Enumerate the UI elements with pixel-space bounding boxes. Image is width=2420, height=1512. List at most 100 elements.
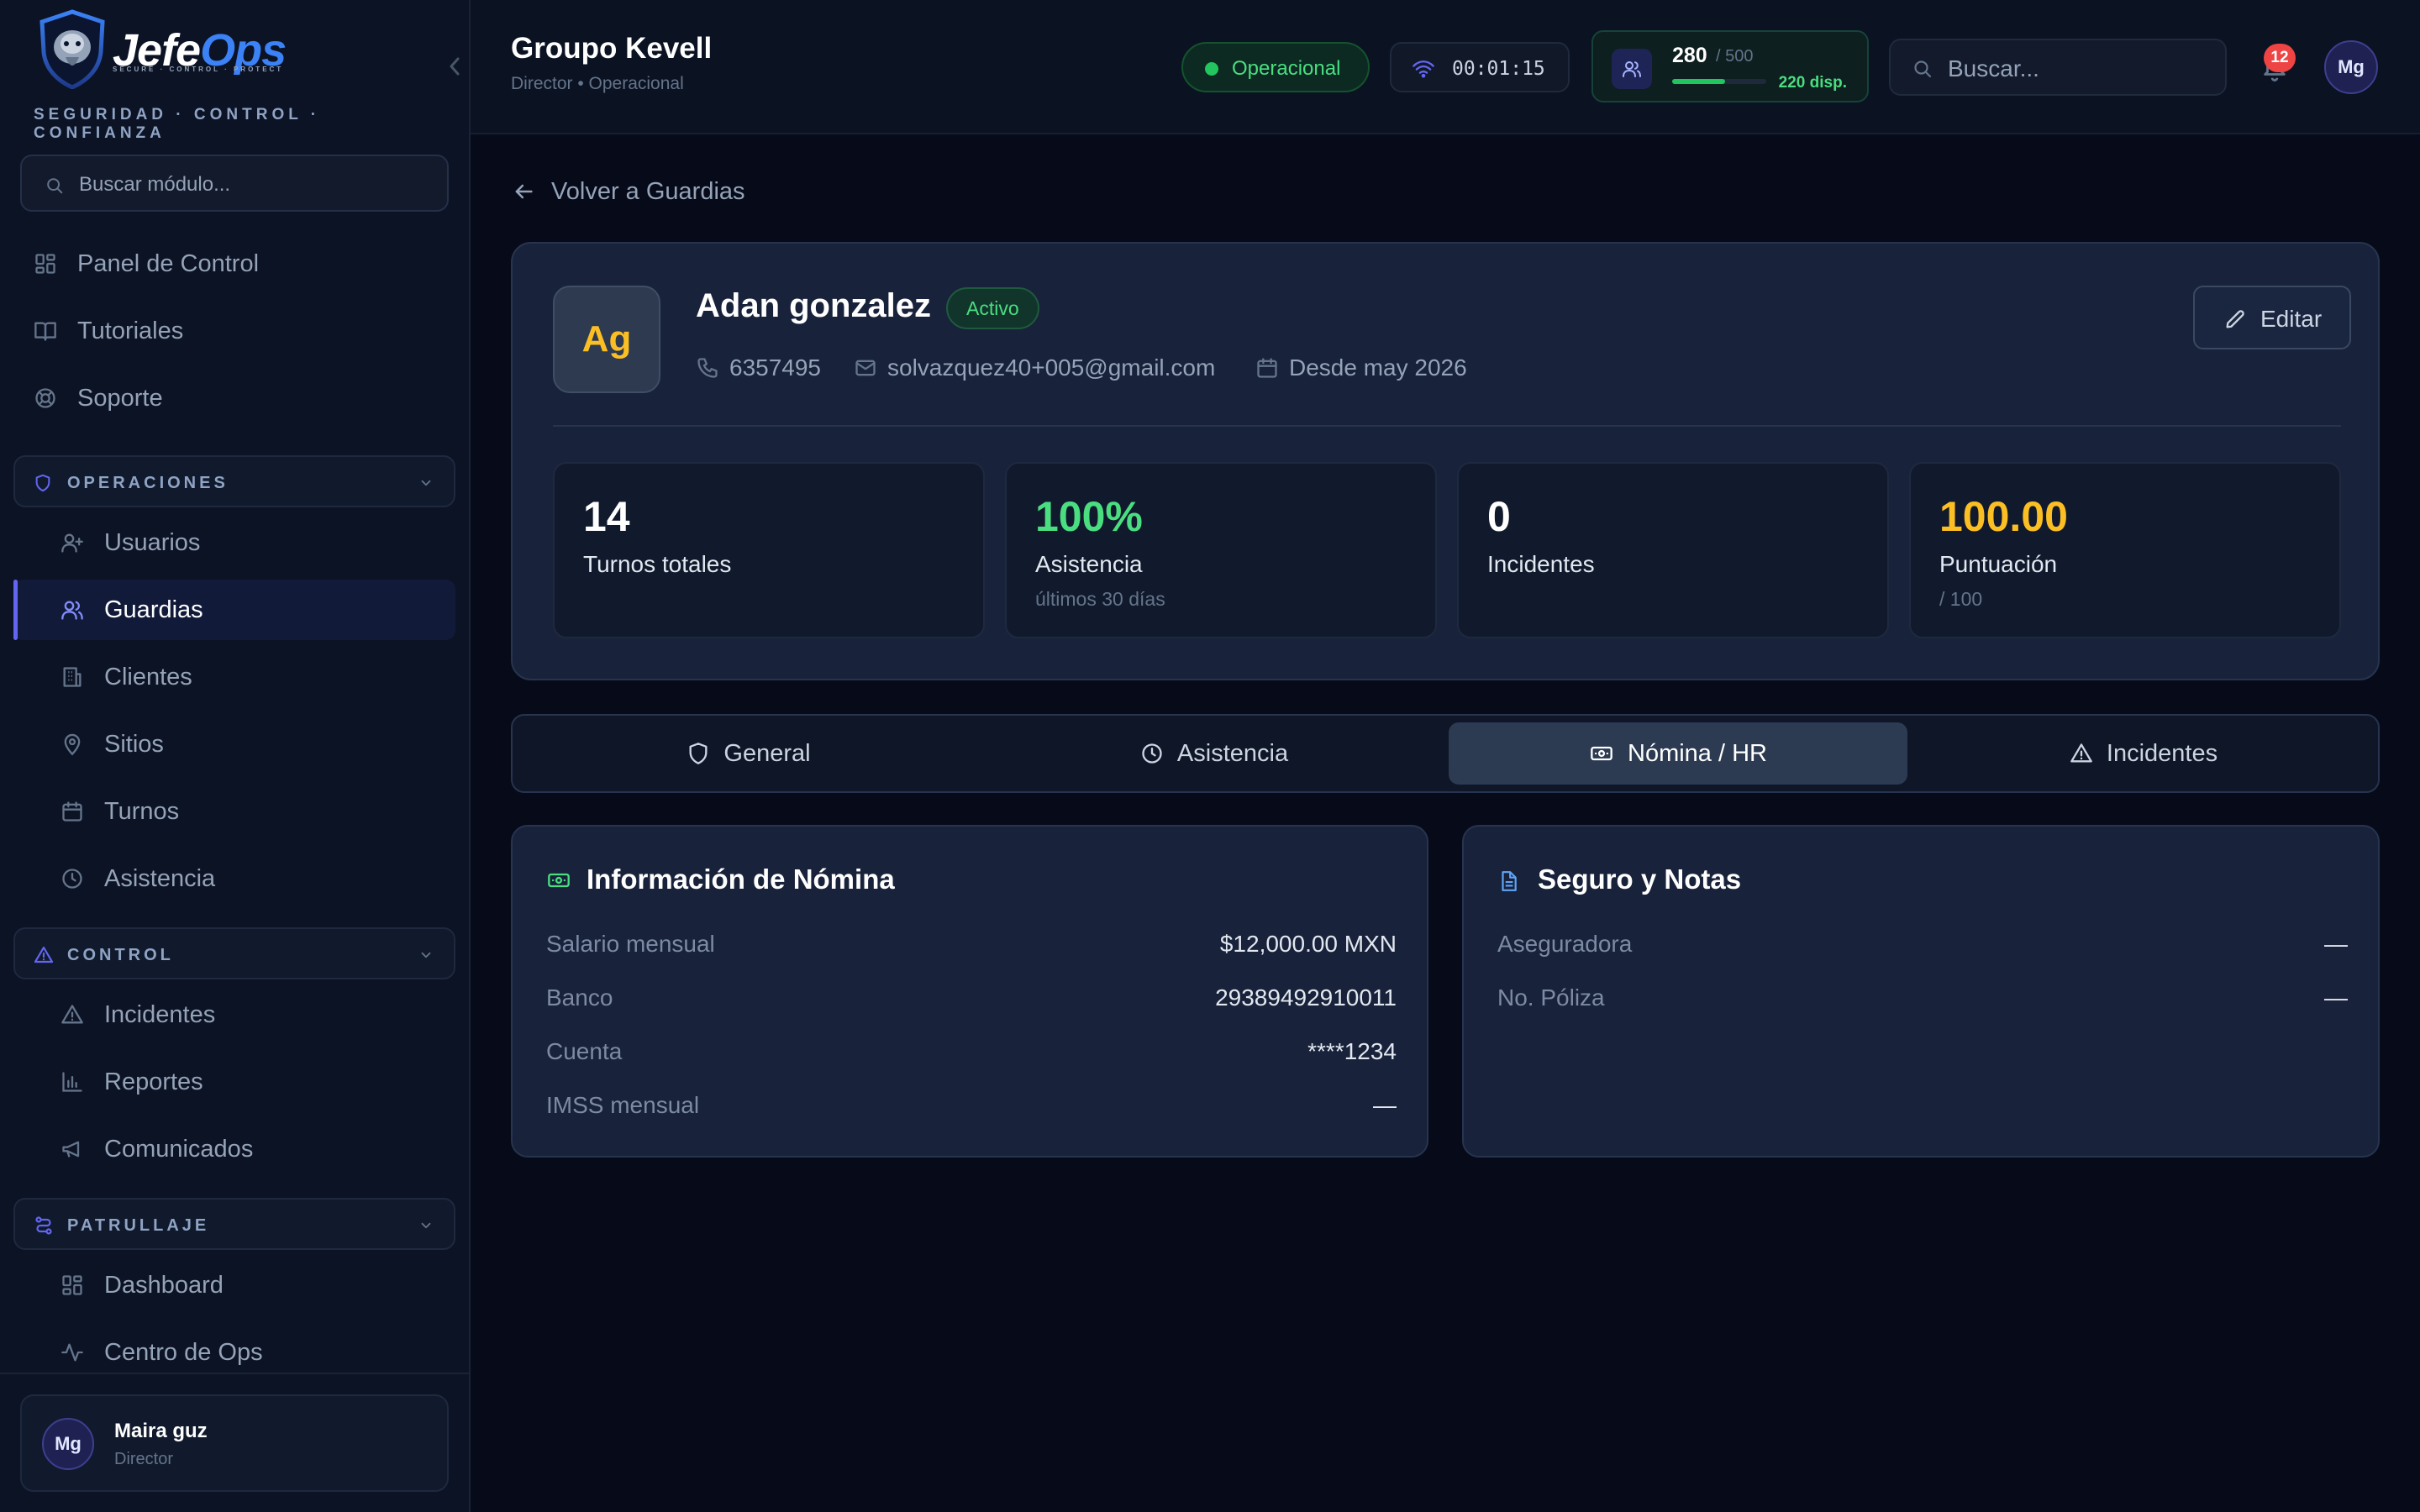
user-avatar-button[interactable]: Mg: [2324, 40, 2378, 94]
guard-profile-card: Ag Adan gonzalez Activo 6357495 solvazqu…: [511, 242, 2380, 680]
capacity-total: / 500: [1716, 47, 1754, 66]
sidebar-item-guardias[interactable]: Guardias: [13, 580, 455, 640]
guard-avatar: Ag: [553, 286, 660, 393]
row-value: 29389492910011: [1215, 984, 1397, 1011]
insurance-row-aseguradora: Aseguradora —: [1497, 931, 2348, 964]
calendar-icon: [62, 801, 82, 822]
sidebar-item-asistencia[interactable]: Asistencia: [13, 848, 455, 909]
top-header: Groupo Kevell Director • Operacional Ope…: [471, 0, 2420, 134]
global-search-input[interactable]: Buscar...: [1889, 39, 2227, 96]
capacity-count: 280: [1672, 44, 1707, 67]
sidebar-item-comunicados[interactable]: Comunicados: [13, 1119, 455, 1179]
edit-guard-button[interactable]: Editar: [2193, 286, 2351, 349]
tab-label: Nómina / HR: [1628, 739, 1767, 767]
tab-asistencia[interactable]: Asistencia: [985, 722, 1444, 785]
clock-icon: [1142, 743, 1162, 764]
sidebar-item-label: Sitios: [104, 731, 164, 758]
tab-nomina-hr[interactable]: Nómina / HR: [1449, 722, 1907, 785]
row-label: Banco: [546, 984, 613, 1011]
sidebar-item-label: Clientes: [104, 664, 192, 690]
sidebar-item-soporte[interactable]: Soporte: [0, 368, 471, 428]
lifebuoy-icon: [35, 388, 55, 408]
org-subtitle: Director • Operacional: [511, 74, 684, 93]
stat-value: 100.00: [1939, 493, 2068, 540]
sidebar-item-dashboard[interactable]: Dashboard: [13, 1255, 455, 1315]
sidebar-item-clientes[interactable]: Clientes: [13, 647, 455, 707]
shield-icon: [35, 474, 50, 492]
sidebar-item-label: Soporte: [77, 385, 163, 412]
sidebar-item-reportes[interactable]: Reportes: [13, 1052, 455, 1112]
payroll-row-salario: Salario mensual $12,000.00 MXN: [546, 931, 1397, 964]
guard-since: Desde may 2026: [1255, 353, 1507, 383]
section-control-header[interactable]: CONTROL: [13, 927, 455, 979]
sidebar-item-label: Incidentes: [104, 1001, 216, 1028]
activity-icon: [61, 1343, 83, 1362]
capacity-progress-bar: [1672, 79, 1766, 84]
row-label: IMSS mensual: [546, 1092, 700, 1118]
tab-label: Asistencia: [1176, 739, 1289, 767]
search-icon: [1914, 60, 1932, 78]
sidebar-item-label: Turnos: [104, 798, 180, 825]
insurance-panel: Seguro y Notas Aseguradora — No. Póliza …: [1462, 825, 2380, 1158]
bar-chart-icon: [62, 1072, 82, 1092]
brand-tagline: SEGURIDAD · CONTROL · CONFIANZA: [34, 106, 321, 142]
stat-card-turnos: 14 Turnos totales: [553, 462, 985, 638]
row-value: —: [2324, 984, 2348, 1011]
grid-icon: [35, 254, 55, 274]
row-label: Cuenta: [546, 1038, 623, 1064]
back-link-label: Volver a Guardias: [551, 178, 745, 205]
system-status-badge: Operacional: [1181, 42, 1370, 92]
chevron-down-icon: [421, 480, 431, 486]
alert-triangle-icon: [34, 946, 54, 963]
status-label: Operacional: [1232, 57, 1341, 80]
tab-incidentes[interactable]: Incidentes: [1914, 722, 2373, 785]
section-operaciones-header[interactable]: OPERACIONES: [13, 455, 455, 507]
sidebar-item-incidentes[interactable]: Incidentes: [13, 984, 455, 1045]
user-role: Director: [114, 1450, 174, 1468]
sidebar-item-tutoriales[interactable]: Tutoriales: [0, 301, 471, 361]
org-name: Groupo Kevell: [511, 32, 713, 65]
divider: [0, 1373, 469, 1374]
brand-logo[interactable]: JefeOps SECURE · CONTROL · PROTECT SEGUR…: [0, 0, 469, 142]
sidebar-item-label: Comunicados: [104, 1136, 254, 1163]
stat-value: 100%: [1035, 493, 1143, 540]
sidebar-item-sitios[interactable]: Sitios: [13, 714, 455, 774]
search-icon: [47, 178, 63, 194]
payroll-row-imss: IMSS mensual —: [546, 1092, 1397, 1126]
row-value: ****1234: [1307, 1038, 1397, 1064]
payroll-panel: Información de Nómina Salario mensual $1…: [511, 825, 1428, 1158]
chevron-left-icon[interactable]: [445, 55, 464, 77]
sidebar-item-panel-de-control[interactable]: Panel de Control: [0, 234, 471, 294]
pencil-icon: [2226, 310, 2244, 328]
divider: [553, 425, 2341, 427]
sidebar-item-usuarios[interactable]: Usuarios: [13, 512, 455, 573]
users-icon: [61, 601, 83, 620]
back-to-guards-link[interactable]: Volver a Guardias: [511, 175, 763, 208]
insurance-row-poliza: No. Póliza —: [1497, 984, 2348, 1018]
stat-card-asistencia: 100% Asistencia últimos 30 días: [1005, 462, 1437, 638]
session-timer: 00:01:15: [1390, 42, 1570, 92]
tab-general[interactable]: General: [519, 722, 978, 785]
row-label: No. Póliza: [1497, 984, 1605, 1011]
sidebar-item-turnos[interactable]: Turnos: [13, 781, 455, 842]
brand-sub: SECURE · CONTROL · PROTECT: [113, 66, 284, 73]
sidebar-item-label: Panel de Control: [77, 250, 260, 277]
tab-label: General: [723, 739, 811, 767]
alert-triangle-icon: [61, 1005, 83, 1024]
section-patrullaje-header[interactable]: PATRULLAJE: [13, 1198, 455, 1250]
cash-icon: [1591, 746, 1612, 761]
capacity-progress-fill: [1672, 79, 1725, 84]
document-icon: [1502, 871, 1517, 891]
alert-triangle-icon: [2070, 743, 2092, 763]
guard-email: solvazquez40+005@gmail.com: [854, 353, 1240, 383]
stat-label: Incidentes: [1487, 551, 1595, 577]
section-title: CONTROL: [67, 946, 174, 964]
stat-label: Puntuación: [1939, 551, 2058, 577]
row-value: $12,000.00 MXN: [1219, 931, 1397, 957]
payroll-row-cuenta: Cuenta ****1234: [546, 1038, 1397, 1072]
mail-icon: [855, 360, 876, 376]
current-user-card[interactable]: Mg Maira guz Director: [20, 1394, 449, 1492]
chevron-down-icon: [421, 1222, 431, 1229]
module-search-input[interactable]: Buscar módulo...: [20, 155, 449, 212]
building-icon: [63, 667, 82, 687]
